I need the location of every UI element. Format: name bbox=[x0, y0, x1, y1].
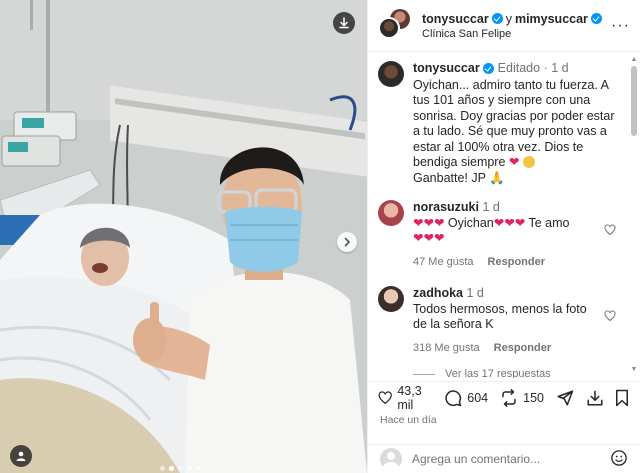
avatar[interactable] bbox=[378, 61, 404, 87]
folded-hands-emoji-icon: 🙏 bbox=[489, 170, 505, 185]
emoji-picker-button[interactable] bbox=[610, 449, 628, 470]
scrollbar[interactable]: ▲ ▼ bbox=[630, 56, 638, 374]
comments-count: 604 bbox=[467, 390, 489, 405]
carousel-dot bbox=[178, 466, 183, 471]
scroll-up-icon[interactable]: ▲ bbox=[630, 56, 638, 64]
download-post-button[interactable] bbox=[586, 389, 604, 407]
comment-button[interactable]: 604 bbox=[444, 389, 488, 407]
heart-outline-icon bbox=[604, 310, 616, 322]
comment-text-part: Te amo bbox=[528, 215, 570, 230]
caption-time[interactable]: 1 d bbox=[551, 61, 568, 75]
download-tray-icon bbox=[587, 390, 603, 405]
smiling-face-emoji-icon bbox=[522, 156, 535, 168]
caption-text: Oyichan... admiro tanto tu fuerza. A tus… bbox=[413, 78, 618, 187]
more-options-button[interactable]: ··· bbox=[611, 17, 630, 35]
header-text: tonysuccar y mimysuccar Clínica San Feli… bbox=[422, 12, 611, 40]
comment-text-part: Oyichan bbox=[447, 215, 494, 230]
chevron-right-icon bbox=[344, 237, 351, 247]
comment-icon bbox=[445, 389, 462, 406]
comment-body: norasuzuki 1 d ❤❤❤ Oyichan❤❤❤ Te amo ❤❤❤ … bbox=[413, 200, 618, 270]
divider bbox=[413, 373, 435, 375]
tagged-users-button[interactable] bbox=[10, 445, 32, 467]
reply-button[interactable]: Responder bbox=[488, 255, 545, 271]
avatar bbox=[380, 448, 402, 470]
comment-item: norasuzuki 1 d ❤❤❤ Oyichan❤❤❤ Te amo ❤❤❤ … bbox=[368, 200, 628, 270]
username-link[interactable]: tonysuccar bbox=[422, 12, 489, 26]
post-time[interactable]: Hace un día bbox=[380, 414, 437, 426]
post-header: tonysuccar y mimysuccar Clínica San Feli… bbox=[368, 0, 640, 52]
comment-like-button[interactable] bbox=[604, 224, 616, 239]
username-link[interactable]: mimysuccar bbox=[515, 12, 588, 26]
carousel-dot bbox=[160, 466, 165, 471]
comment-time: 1 d bbox=[482, 200, 500, 214]
carousel-indicator bbox=[160, 466, 201, 471]
scroll-down-icon[interactable]: ▼ bbox=[630, 366, 638, 374]
header-usernames: tonysuccar y mimysuccar bbox=[422, 12, 611, 26]
location-link[interactable]: Clínica San Felipe bbox=[422, 28, 611, 40]
heart-outline-icon bbox=[604, 224, 616, 236]
caption-text-line: Ganbatte! JP bbox=[413, 170, 486, 185]
likes-count: 43,3 mil bbox=[397, 383, 422, 412]
view-replies-label: Ver las 17 respuestas bbox=[445, 368, 551, 378]
comment-time: 1 d bbox=[466, 286, 484, 300]
comment-text: ❤❤❤ Oyichan❤❤❤ Te amo ❤❤❤ bbox=[413, 216, 569, 246]
red-heart-emoji-icon: ❤❤❤ bbox=[493, 215, 526, 230]
comment-input[interactable] bbox=[412, 452, 610, 466]
red-heart-emoji-icon: ❤❤❤ bbox=[413, 215, 445, 230]
view-replies-button[interactable]: Ver las 17 respuestas bbox=[368, 368, 628, 378]
repost-icon bbox=[502, 388, 516, 407]
more-horizontal-icon: ··· bbox=[611, 16, 630, 34]
caption-username[interactable]: tonysuccar bbox=[413, 61, 480, 75]
comment-meta: 47 Me gusta Responder bbox=[413, 255, 594, 271]
comment-likes-count[interactable]: 47 Me gusta bbox=[413, 255, 474, 271]
save-button[interactable] bbox=[614, 389, 630, 407]
comment-username[interactable]: zadhoka bbox=[413, 286, 463, 300]
avatar bbox=[378, 16, 400, 39]
like-button[interactable]: 43,3 mil bbox=[378, 384, 432, 412]
verified-badge-icon bbox=[590, 13, 602, 24]
bookmark-icon bbox=[616, 389, 628, 406]
separator: · bbox=[543, 61, 548, 75]
post-photo-scene bbox=[0, 0, 367, 473]
add-comment-bar bbox=[368, 444, 640, 473]
avatar[interactable] bbox=[378, 286, 404, 312]
user-icon bbox=[16, 451, 26, 461]
comment-meta: 318 Me gusta Responder bbox=[413, 341, 594, 357]
carousel-dot-active bbox=[169, 466, 174, 471]
heart-icon bbox=[378, 390, 392, 404]
comment-text: Todos hermosos, menos la foto de la seño… bbox=[413, 301, 587, 332]
verified-badge-icon bbox=[491, 13, 503, 24]
post-photo[interactable] bbox=[0, 0, 367, 473]
action-bar: 43,3 mil 604 150 bbox=[368, 381, 640, 413]
send-icon bbox=[557, 390, 574, 405]
comments-scroll-area[interactable]: tonysuccar Editado · 1 d Oyichan... admi… bbox=[368, 53, 628, 378]
repost-button[interactable]: 150 bbox=[500, 388, 544, 407]
scrollbar-thumb[interactable] bbox=[631, 66, 637, 136]
carousel-dot bbox=[187, 466, 192, 471]
reply-button[interactable]: Responder bbox=[494, 341, 551, 357]
carousel-next-button[interactable] bbox=[337, 232, 357, 252]
edited-label: Editado bbox=[497, 61, 541, 75]
avatar[interactable] bbox=[378, 200, 404, 226]
carousel-dot bbox=[196, 466, 201, 471]
download-icon bbox=[339, 17, 349, 29]
collab-avatars[interactable] bbox=[378, 8, 412, 43]
download-button[interactable] bbox=[333, 12, 355, 34]
red-heart-emoji-icon: ❤❤❤ bbox=[413, 231, 445, 245]
post-caption: tonysuccar Editado · 1 d Oyichan... admi… bbox=[368, 53, 628, 186]
comment-like-button[interactable] bbox=[604, 310, 616, 325]
verified-badge-icon bbox=[483, 63, 495, 75]
red-heart-emoji-icon: ❤ bbox=[508, 155, 520, 169]
comment-body: zadhoka 1 d Todos hermosos, menos la fot… bbox=[413, 286, 618, 356]
comment-item: zadhoka 1 d Todos hermosos, menos la fot… bbox=[368, 286, 628, 356]
comment-likes-count[interactable]: 318 Me gusta bbox=[413, 341, 480, 357]
shares-count: 150 bbox=[523, 390, 544, 405]
post-details-panel: tonysuccar y mimysuccar Clínica San Feli… bbox=[367, 0, 640, 473]
emoji-icon bbox=[611, 449, 627, 466]
comment-username[interactable]: norasuzuki bbox=[413, 200, 479, 214]
share-button[interactable] bbox=[556, 389, 574, 407]
conjunction: y bbox=[505, 11, 512, 26]
caption-body: tonysuccar Editado · 1 d Oyichan... admi… bbox=[413, 61, 618, 186]
